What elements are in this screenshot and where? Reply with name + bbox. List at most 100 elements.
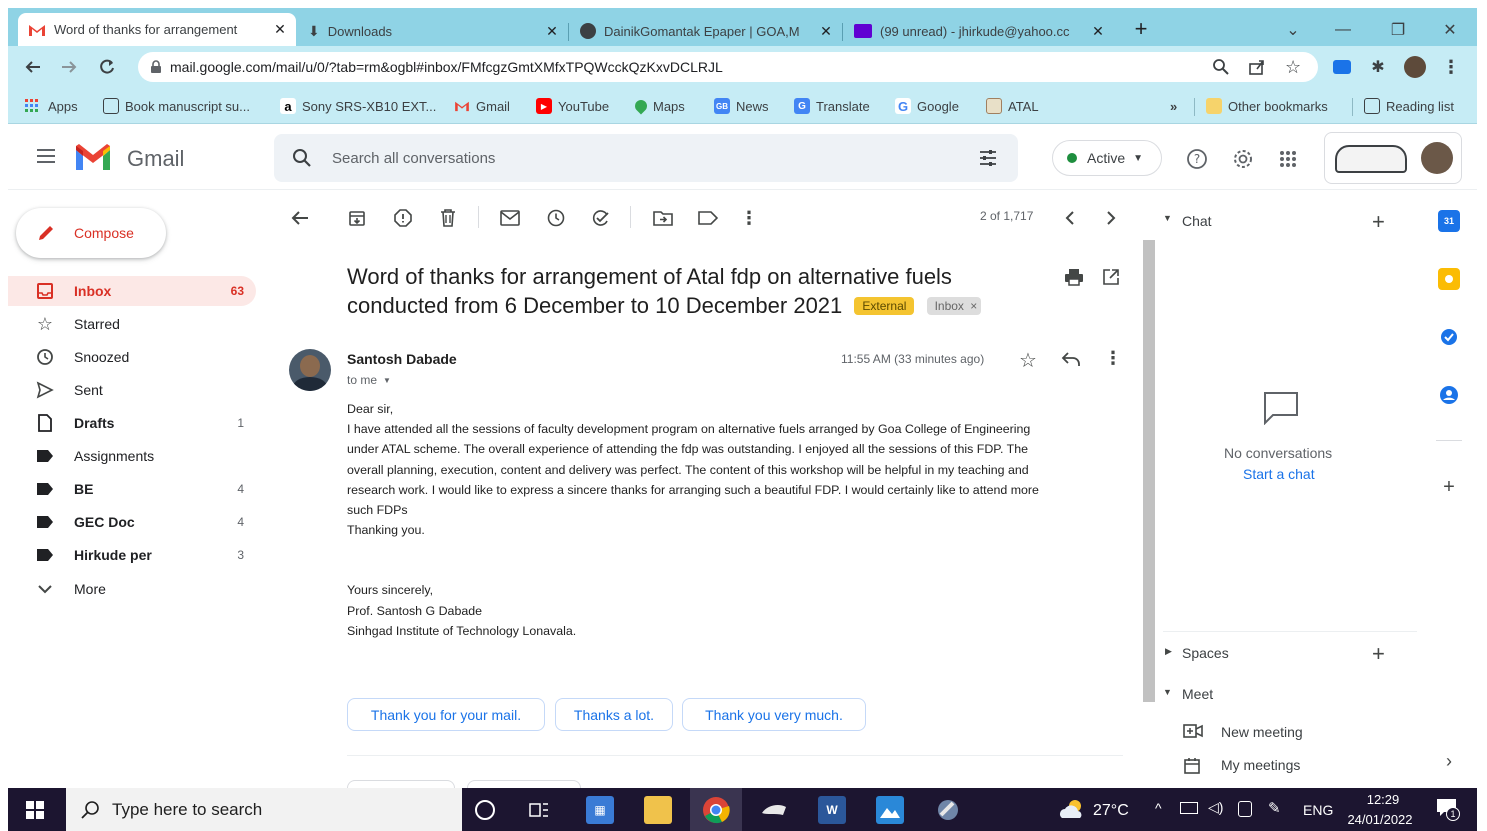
bookmark-star-icon[interactable]: ☆ bbox=[1285, 57, 1301, 78]
tab-search-chevron-icon[interactable]: ⌄ bbox=[1273, 16, 1313, 44]
language-indicator[interactable]: ENG bbox=[1303, 802, 1333, 818]
tasks-app-icon[interactable] bbox=[1438, 326, 1460, 348]
more-options-icon[interactable]: ⋮ bbox=[737, 206, 761, 230]
star-icon[interactable]: ☆ bbox=[1019, 348, 1037, 373]
chrome-icon[interactable] bbox=[702, 796, 730, 824]
message-more-icon[interactable]: ⋮ bbox=[1104, 348, 1122, 369]
extension-icon[interactable] bbox=[1331, 56, 1353, 78]
reply-icon[interactable] bbox=[1061, 351, 1081, 367]
reload-icon[interactable] bbox=[96, 56, 118, 78]
mark-unread-envelope-icon[interactable] bbox=[498, 206, 522, 230]
account-switcher[interactable] bbox=[1324, 132, 1462, 184]
tab-downloads[interactable]: ⬇ Downloads ✕ bbox=[298, 16, 568, 46]
word-app-icon[interactable]: W bbox=[818, 796, 846, 824]
compose-button[interactable]: Compose bbox=[16, 208, 166, 258]
profile-avatar[interactable] bbox=[1404, 56, 1426, 78]
new-meeting-link[interactable]: New meeting bbox=[1221, 724, 1303, 740]
keep-app-icon[interactable] bbox=[1438, 268, 1460, 290]
chat-header[interactable]: Chat bbox=[1182, 213, 1212, 229]
browser-menu-icon[interactable]: ⋮ bbox=[1440, 56, 1462, 78]
meet-header[interactable]: Meet bbox=[1182, 686, 1213, 702]
nav-more[interactable]: More bbox=[8, 574, 256, 604]
smart-reply-2[interactable]: Thanks a lot. bbox=[555, 698, 673, 731]
back-to-inbox-icon[interactable] bbox=[288, 206, 312, 230]
settings-app-icon[interactable] bbox=[934, 796, 962, 824]
spaces-header[interactable]: Spaces bbox=[1182, 645, 1229, 661]
expand-caret-icon[interactable]: ▶ bbox=[1165, 646, 1172, 657]
paint-brush-app-icon[interactable] bbox=[760, 796, 788, 824]
bookmark-atal[interactable]: ATAL bbox=[986, 97, 1039, 115]
tab-dainik[interactable]: DainikGomantak Epaper | GOA,M ✕ bbox=[570, 16, 842, 46]
google-apps-icon[interactable] bbox=[1279, 150, 1297, 168]
window-close-icon[interactable]: ✕ bbox=[1430, 16, 1470, 44]
newer-chevron-left-icon[interactable] bbox=[1058, 206, 1082, 230]
pen-icon[interactable]: ✎ bbox=[1268, 799, 1281, 817]
weather-cloud-icon[interactable] bbox=[1058, 798, 1086, 820]
settings-gear-icon[interactable] bbox=[1232, 148, 1254, 170]
nav-snoozed[interactable]: Snoozed bbox=[8, 342, 256, 372]
older-chevron-right-icon[interactable] bbox=[1099, 206, 1123, 230]
get-addons-plus-icon[interactable]: + bbox=[1438, 476, 1460, 498]
nav-starred[interactable]: ☆ Starred bbox=[8, 309, 256, 339]
bookmark-translate[interactable]: G Translate bbox=[794, 97, 870, 115]
clock-time[interactable]: 12:29 bbox=[1356, 792, 1410, 807]
calendar-app-icon[interactable]: 31 bbox=[1438, 210, 1460, 232]
start-chat-link[interactable]: Start a chat bbox=[1243, 466, 1315, 482]
search-icon[interactable] bbox=[292, 148, 312, 168]
bookmark-google[interactable]: G Google bbox=[895, 97, 959, 115]
nav-label-hirkude-per[interactable]: Hirkude per 3 bbox=[8, 540, 256, 570]
add-chat-plus-icon[interactable]: + bbox=[1372, 209, 1385, 235]
print-icon[interactable] bbox=[1064, 268, 1084, 286]
puzzle-icon[interactable]: ✱ bbox=[1367, 56, 1389, 78]
new-tab-button[interactable]: + bbox=[1128, 16, 1154, 42]
reading-list[interactable]: Reading list bbox=[1364, 97, 1454, 115]
help-icon[interactable]: ? bbox=[1186, 148, 1208, 170]
photos-app-icon[interactable] bbox=[876, 796, 904, 824]
tab-gmail[interactable]: Word of thanks for arrangement ✕ bbox=[18, 13, 296, 46]
sender-name[interactable]: Santosh Dabade bbox=[347, 351, 457, 367]
close-icon[interactable]: ✕ bbox=[818, 23, 834, 40]
add-task-icon[interactable] bbox=[589, 206, 613, 230]
tray-chevron-up-icon[interactable]: ^ bbox=[1155, 800, 1162, 816]
nav-inbox[interactable]: Inbox 63 bbox=[8, 276, 256, 306]
search-input[interactable]: Search all conversations bbox=[332, 150, 495, 167]
bookmark-apps[interactable]: Apps bbox=[24, 97, 78, 115]
task-view-icon[interactable] bbox=[528, 800, 550, 820]
my-meetings-link[interactable]: My meetings bbox=[1221, 757, 1300, 773]
smart-reply-3[interactable]: Thank you very much. bbox=[682, 698, 866, 731]
battery-icon[interactable] bbox=[1180, 802, 1198, 814]
tab-yahoo[interactable]: (99 unread) - jhirkude@yahoo.cc ✕ bbox=[844, 16, 1114, 46]
open-new-window-icon[interactable] bbox=[1102, 268, 1120, 286]
hamburger-menu-icon[interactable] bbox=[36, 148, 56, 164]
gmail-logo-icon[interactable] bbox=[74, 144, 112, 172]
report-spam-icon[interactable] bbox=[391, 206, 415, 230]
nav-label-assignments[interactable]: Assignments bbox=[8, 441, 256, 471]
remove-label-icon[interactable]: × bbox=[970, 299, 977, 313]
clock-date[interactable]: 24/01/2022 bbox=[1336, 812, 1424, 827]
add-space-plus-icon[interactable]: + bbox=[1372, 641, 1385, 667]
share-icon[interactable] bbox=[1248, 58, 1266, 76]
avatar[interactable] bbox=[289, 349, 331, 391]
bookmark-sony[interactable]: a Sony SRS-XB10 EXT... bbox=[280, 97, 436, 115]
bookmark-book-manuscript[interactable]: Book manuscript su... bbox=[103, 97, 250, 115]
cortana-icon[interactable] bbox=[475, 800, 495, 820]
search-options-icon[interactable] bbox=[978, 148, 998, 168]
bookmark-gmail[interactable]: Gmail bbox=[454, 97, 510, 115]
windows-start-icon[interactable] bbox=[26, 801, 44, 819]
status-selector[interactable]: Active ▼ bbox=[1052, 140, 1162, 176]
archive-icon[interactable] bbox=[345, 206, 369, 230]
label-tag-icon[interactable] bbox=[696, 206, 720, 230]
bookmark-youtube[interactable]: ▶ YouTube bbox=[536, 97, 609, 115]
other-bookmarks[interactable]: Other bookmarks bbox=[1206, 97, 1328, 115]
forward-arrow-icon[interactable] bbox=[58, 56, 80, 78]
notification-center-icon[interactable]: 1 bbox=[1436, 798, 1460, 821]
smart-reply-1[interactable]: Thank you for your mail. bbox=[347, 698, 545, 731]
back-arrow-icon[interactable] bbox=[22, 56, 44, 78]
nav-sent[interactable]: Sent bbox=[8, 375, 256, 405]
zoom-icon[interactable] bbox=[1212, 58, 1230, 76]
store-app-icon[interactable]: ▦ bbox=[586, 796, 614, 824]
bookmarks-overflow[interactable]: » bbox=[1170, 97, 1177, 115]
delete-trash-icon[interactable] bbox=[436, 206, 460, 230]
recipient-line[interactable]: to me ▼ bbox=[347, 373, 391, 387]
scrollbar[interactable] bbox=[1143, 240, 1155, 702]
